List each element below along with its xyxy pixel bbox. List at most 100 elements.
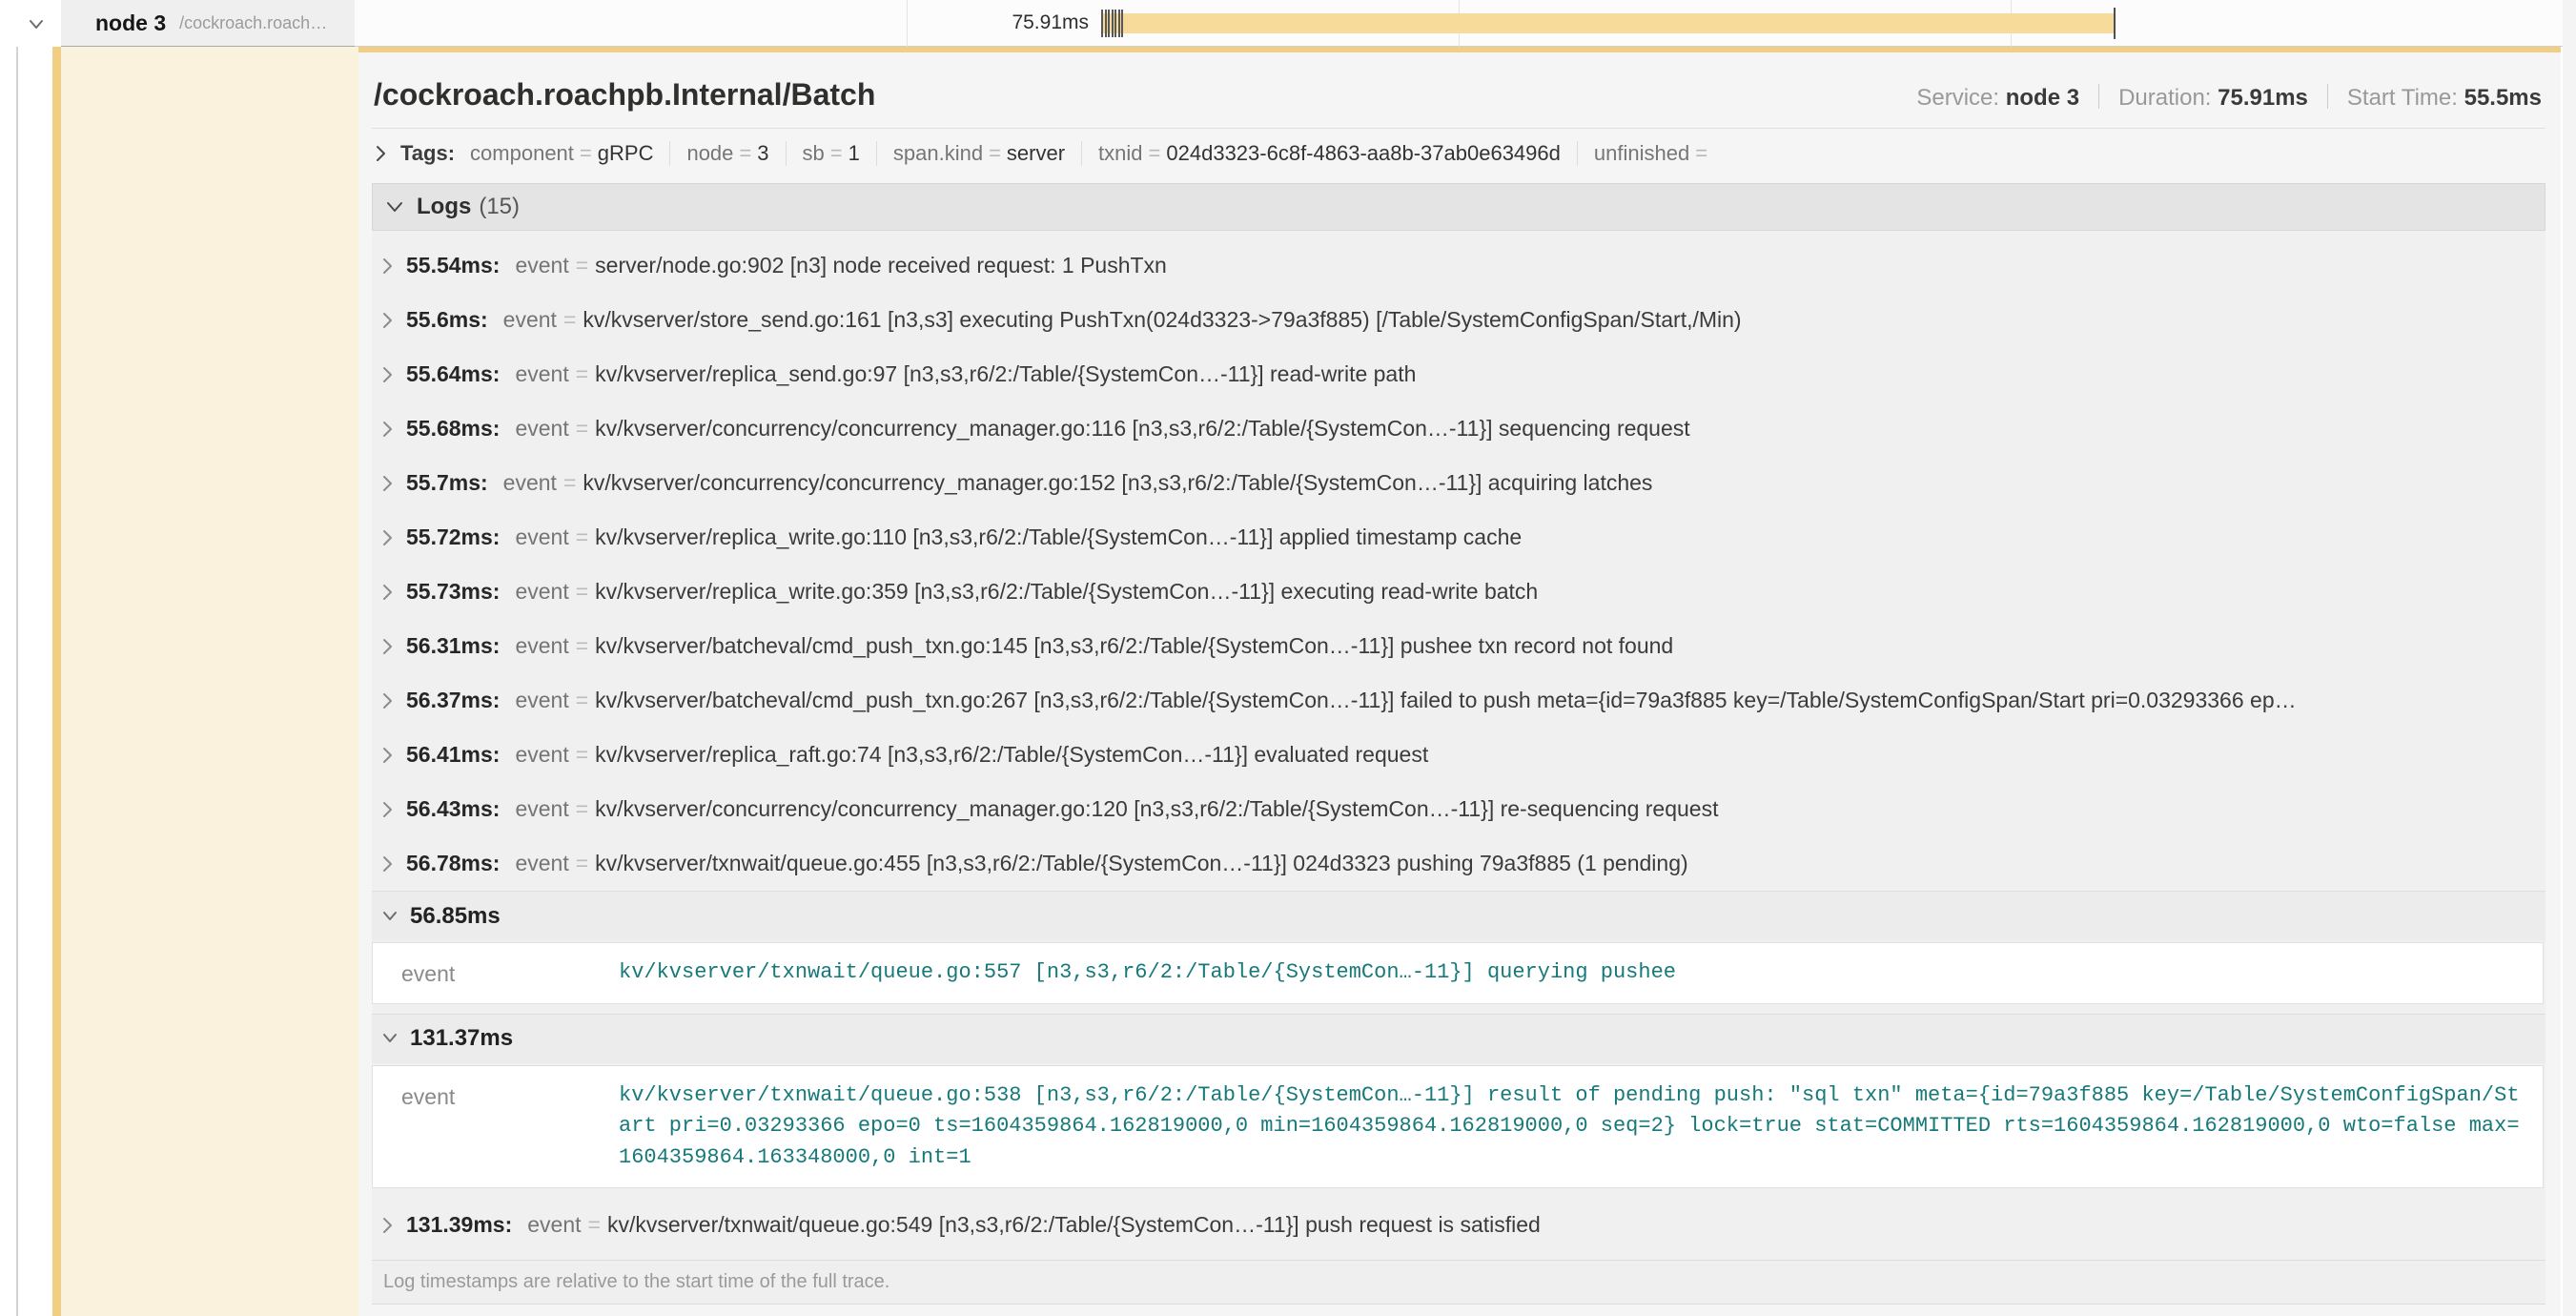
chevron-right-icon <box>379 636 395 657</box>
start-time-value: 55.5ms <box>2464 85 2542 111</box>
log-entry[interactable]: 56.31ms: event = kv/kvserver/batcheval/c… <box>372 619 2545 673</box>
log-timestamp: 55.6ms: <box>406 307 488 333</box>
log-field-key: event <box>515 633 568 659</box>
log-entry-expanded: 131.37ms event kv/kvserver/txnwait/queue… <box>372 1014 2545 1189</box>
span-detail-header: /cockroach.roachpb.Internal/Batch Servic… <box>372 52 2545 129</box>
log-field-value: kv/kvserver/replica_raft.go:74 [n3,s3,r6… <box>595 742 1428 768</box>
tag-value: server <box>1007 141 1065 165</box>
log-field-value: kv/kvserver/batcheval/cmd_push_txn.go:14… <box>595 633 1673 659</box>
log-fields-table: event kv/kvserver/txnwait/queue.go:538 [… <box>372 1065 2544 1189</box>
log-entry[interactable]: 56.43ms: event = kv/kvserver/concurrency… <box>372 782 2545 836</box>
chevron-down-icon <box>384 198 405 216</box>
logs-list: 55.54ms: event = server/node.go:902 [n3]… <box>372 231 2545 1305</box>
field-key: event <box>401 1080 619 1174</box>
log-field-value: kv/kvserver/replica_send.go:97 [n3,s3,r6… <box>595 361 1416 387</box>
chevron-right-icon <box>379 419 395 440</box>
chevron-down-icon[interactable] <box>25 12 48 40</box>
chevron-right-icon <box>379 745 395 766</box>
chevron-right-icon <box>379 799 395 820</box>
chevron-right-icon <box>379 853 395 874</box>
equals-sign: = <box>830 141 843 165</box>
span-detail-title: /cockroach.roachpb.Internal/Batch <box>374 77 875 113</box>
log-entry[interactable]: 56.78ms: event = kv/kvserver/txnwait/que… <box>372 836 2545 891</box>
equals-sign: = <box>1149 141 1161 165</box>
log-marker <box>1121 10 1123 37</box>
duration-label: Duration: <box>2118 85 2211 111</box>
log-entry[interactable]: 55.64ms: event = kv/kvserver/replica_sen… <box>372 347 2545 401</box>
log-field-value: kv/kvserver/concurrency/concurrency_mana… <box>595 416 1689 442</box>
log-entry[interactable]: 55.73ms: event = kv/kvserver/replica_wri… <box>372 565 2545 619</box>
tag-value: gRPC <box>598 141 654 165</box>
log-entry[interactable]: 55.54ms: event = server/node.go:902 [n3]… <box>372 238 2545 293</box>
start-time-label: Start Time: <box>2347 85 2458 111</box>
tag: span.kind=server <box>893 141 1065 166</box>
divider <box>2098 84 2099 109</box>
log-entry[interactable]: 55.7ms: event = kv/kvserver/concurrency/… <box>372 456 2545 510</box>
divider <box>876 141 877 166</box>
log-timestamp: 56.43ms: <box>406 796 500 822</box>
span-timeline[interactable]: 75.91ms <box>355 0 2563 47</box>
scrollbar-track[interactable] <box>2563 0 2576 1316</box>
equals-sign: = <box>563 470 576 496</box>
tags-toggle[interactable]: Tags: component=gRPC node=3 sb=1 span.ki… <box>358 129 2561 177</box>
log-field-value: kv/kvserver/replica_write.go:110 [n3,s3,… <box>595 524 1522 550</box>
log-entry[interactable]: 55.68ms: event = kv/kvserver/concurrency… <box>372 401 2545 456</box>
divider <box>1577 141 1578 166</box>
divider <box>1081 141 1082 166</box>
service-value: node 3 <box>2006 85 2079 111</box>
log-entry[interactable]: 55.72ms: event = kv/kvserver/replica_wri… <box>372 510 2545 565</box>
span-name-box[interactable]: node 3 /cockroach.roach… <box>61 0 355 47</box>
tag-key: node <box>686 141 733 165</box>
log-entry-header[interactable]: 131.37ms <box>372 1014 2545 1063</box>
tags-label: Tags: <box>400 141 455 166</box>
equals-sign: = <box>576 851 588 876</box>
log-entry[interactable]: 56.41ms: event = kv/kvserver/replica_raf… <box>372 728 2545 782</box>
divider <box>786 141 787 166</box>
span-row: node 3 /cockroach.roach… 75.91ms <box>0 0 2563 47</box>
log-timestamp: 56.41ms: <box>406 742 500 768</box>
log-field-key: event <box>515 524 568 550</box>
span-duration-bar[interactable] <box>1101 13 2115 33</box>
span-operation-name: /cockroach.roach… <box>179 13 327 33</box>
logs-toggle[interactable]: Logs (15) <box>372 183 2545 231</box>
field-value: kv/kvserver/txnwait/queue.go:538 [n3,s3,… <box>619 1080 2520 1174</box>
log-field-key: event <box>515 688 568 713</box>
log-entry[interactable]: 131.39ms: event = kv/kvserver/txnwait/qu… <box>372 1198 2545 1252</box>
equals-sign: = <box>576 742 588 768</box>
span-duration-label: 75.91ms <box>355 11 1089 34</box>
span-name-column: node 3 /cockroach.roach… <box>0 0 355 47</box>
equals-sign: = <box>576 524 588 550</box>
tag: sb=1 <box>803 141 860 166</box>
log-timestamp: 131.37ms <box>410 1025 513 1052</box>
equals-sign: = <box>588 1212 601 1238</box>
tag-value: 024d3323-6c8f-4863-aa8b-37ab0e63496d <box>1166 141 1560 165</box>
field-value: kv/kvserver/txnwait/queue.go:557 [n3,s3,… <box>619 957 2520 989</box>
log-timestamp: 55.64ms: <box>406 361 500 387</box>
log-timestamp: 55.73ms: <box>406 579 500 605</box>
log-marker <box>1105 10 1107 37</box>
span-color-bar <box>52 0 61 1316</box>
log-timestamp: 56.31ms: <box>406 633 500 659</box>
equals-sign: = <box>576 688 588 713</box>
chevron-right-icon <box>379 690 395 711</box>
log-entry[interactable]: 55.6ms: event = kv/kvserver/store_send.g… <box>372 293 2545 347</box>
log-field-key: event <box>515 851 568 876</box>
log-marker <box>1118 10 1120 37</box>
tag: node=3 <box>686 141 768 166</box>
log-timestamp: 55.72ms: <box>406 524 500 550</box>
tag: txnid=024d3323-6c8f-4863-aa8b-37ab0e6349… <box>1098 141 1561 166</box>
chevron-right-icon <box>379 527 395 548</box>
log-entry-header[interactable]: 56.85ms <box>372 891 2545 940</box>
log-entry[interactable]: 56.37ms: event = kv/kvserver/batcheval/c… <box>372 673 2545 728</box>
log-timestamp: 131.39ms: <box>406 1212 512 1238</box>
log-timestamp: 56.37ms: <box>406 688 500 713</box>
logs-label: Logs <box>417 194 471 220</box>
tree-guide-line <box>16 0 18 1316</box>
divider <box>669 141 670 166</box>
span-service-name: node 3 <box>95 10 166 36</box>
log-field-key: event <box>515 253 568 278</box>
log-field-key: event <box>503 307 557 333</box>
tag: unfinished= <box>1594 141 1713 166</box>
chevron-right-icon <box>379 256 395 277</box>
log-field-key: event <box>515 579 568 605</box>
